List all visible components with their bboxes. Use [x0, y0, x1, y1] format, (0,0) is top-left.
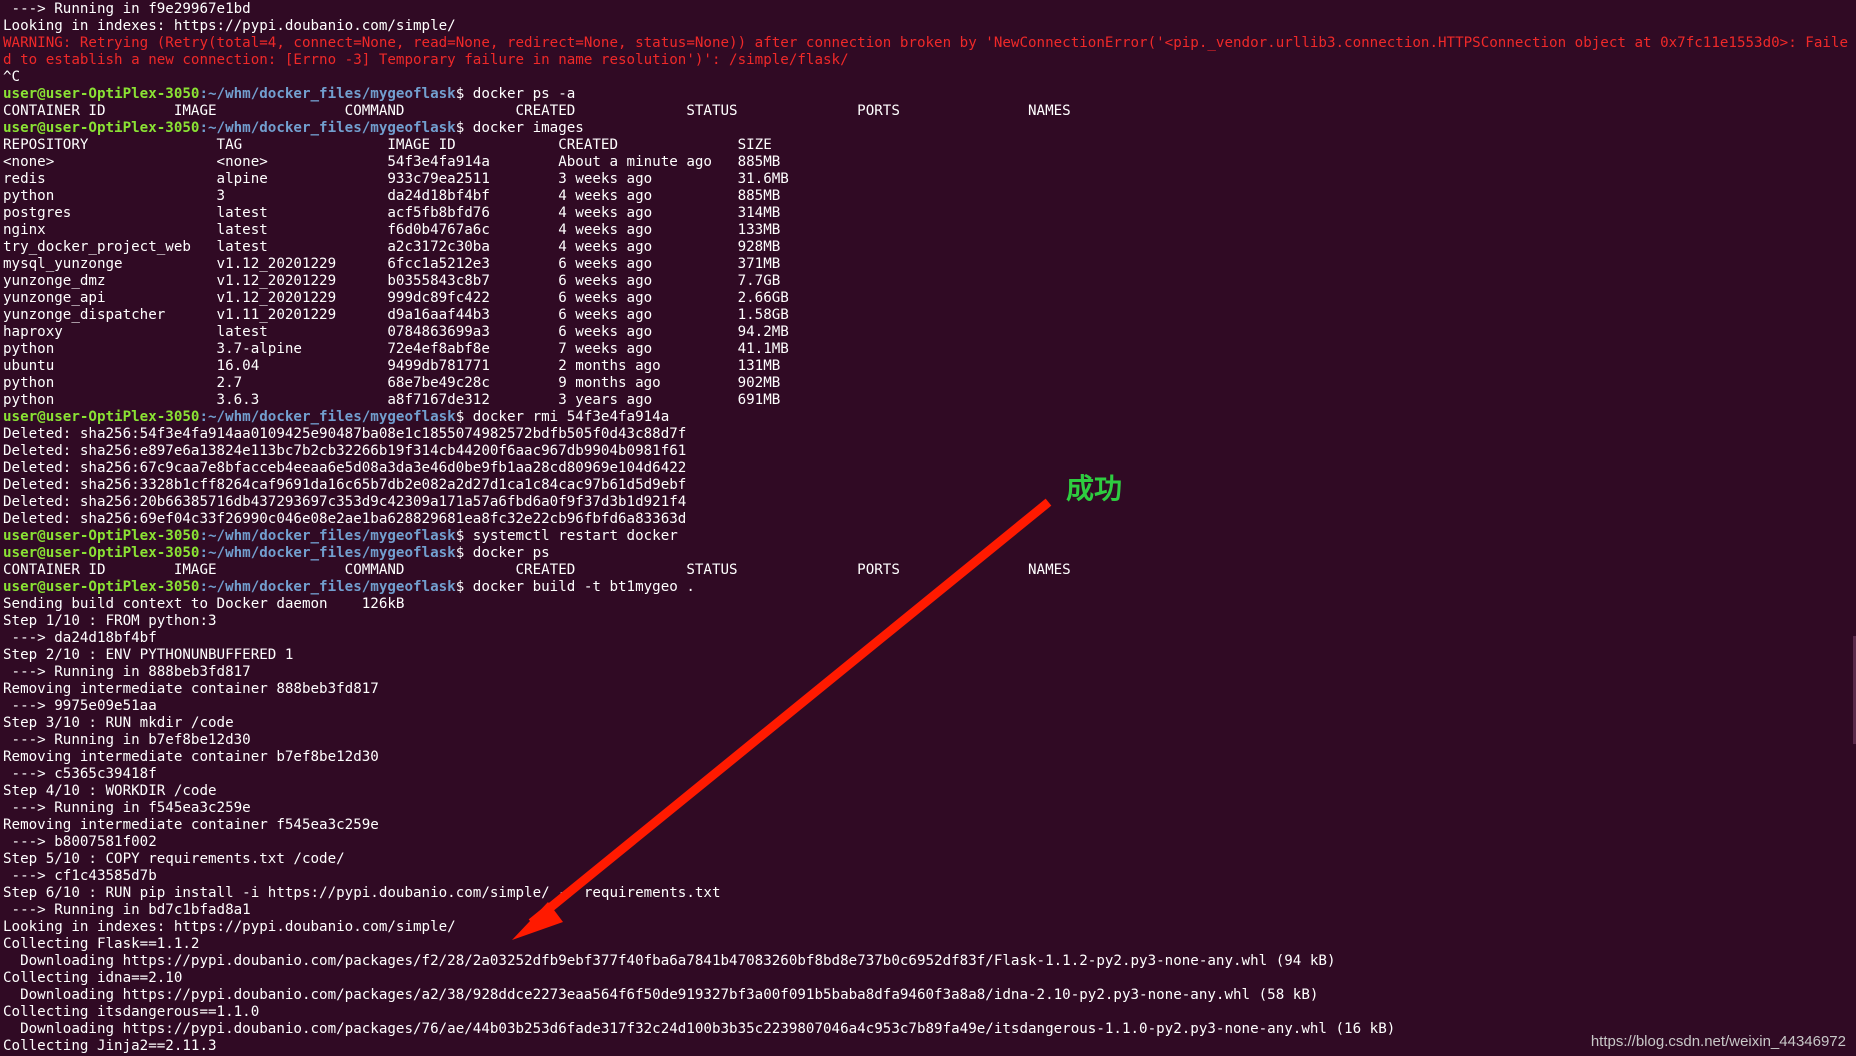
prompt-user-host: user@user-OptiPlex-3050	[3, 528, 200, 544]
output-line: Deleted: sha256:69ef04c33f26990c046e08e2…	[3, 511, 687, 527]
output-line: ---> cf1c43585d7b	[3, 868, 157, 884]
command-text: $ docker build -t bt1mygeo .	[455, 579, 695, 595]
output-line: ---> Running in b7ef8be12d30	[3, 732, 251, 748]
output-line: ---> da24d18bf4bf	[3, 630, 157, 646]
output-line: Collecting Flask==1.1.2	[3, 936, 200, 952]
output-line: Deleted: sha256:20b66385716db437293697c3…	[3, 494, 687, 510]
output-line: haproxy latest 0784863699a3 6 weeks ago …	[3, 324, 789, 340]
output-line: Step 1/10 : FROM python:3	[3, 613, 217, 629]
output-line: Removing intermediate container 888beb3f…	[3, 681, 379, 697]
output-line: yunzonge_dispatcher v1.11_20201229 d9a16…	[3, 307, 789, 323]
output-line: Step 3/10 : RUN mkdir /code	[3, 715, 234, 731]
output-line: Looking in indexes: https://pypi.doubani…	[3, 919, 456, 935]
output-line: ---> Running in 888beb3fd817	[3, 664, 251, 680]
output-line: mysql_yunzonge v1.12_20201229 6fcc1a5212…	[3, 256, 781, 272]
output-line: ^C	[3, 69, 21, 85]
output-line: Deleted: sha256:e897e6a13824e113bc7b2cb3…	[3, 443, 687, 459]
output-line: python 2.7 68e7be49c28c 9 months ago 902…	[3, 375, 781, 391]
output-line: Deleted: sha256:54f3e4fa914aa0109425e904…	[3, 426, 687, 442]
output-line: Deleted: sha256:3328b1cff8264caf9691da16…	[3, 477, 687, 493]
output-line: ubuntu 16.04 9499db781771 2 months ago 1…	[3, 358, 781, 374]
prompt-line: user@user-OptiPlex-3050:~/whm/docker_fil…	[3, 120, 1853, 137]
prompt-line: user@user-OptiPlex-3050:~/whm/docker_fil…	[3, 86, 1853, 103]
prompt-path: :~/whm/docker_files/mygeoflask	[199, 579, 456, 595]
output-line: Removing intermediate container b7ef8be1…	[3, 749, 379, 765]
output-line: Downloading https://pypi.doubanio.com/pa…	[3, 1021, 1396, 1037]
output-line: ---> Running in f9e29967e1bd	[3, 1, 251, 17]
output-line: Step 5/10 : COPY requirements.txt /code/	[3, 851, 345, 867]
output-line: Step 6/10 : RUN pip install -i https://p…	[3, 885, 721, 901]
prompt-line: user@user-OptiPlex-3050:~/whm/docker_fil…	[3, 409, 1853, 426]
output-line: python 3.6.3 a8f7167de312 3 years ago 69…	[3, 392, 781, 408]
output-line: python 3.7-alpine 72e4ef8abf8e 7 weeks a…	[3, 341, 789, 357]
output-line: Step 4/10 : WORKDIR /code	[3, 783, 217, 799]
prompt-user-host: user@user-OptiPlex-3050	[3, 409, 200, 425]
output-line: Downloading https://pypi.doubanio.com/pa…	[3, 953, 1336, 969]
output-line: REPOSITORY TAG IMAGE ID CREATED SIZE	[3, 137, 772, 153]
annotation-label: 成功	[1066, 472, 1123, 505]
prompt-line: user@user-OptiPlex-3050:~/whm/docker_fil…	[3, 528, 1853, 545]
output-line: nginx latest f6d0b4767a6c 4 weeks ago 13…	[3, 222, 781, 238]
prompt-user-host: user@user-OptiPlex-3050	[3, 120, 200, 136]
output-line: ---> 9975e09e51aa	[3, 698, 157, 714]
output-line: Removing intermediate container f545ea3c…	[3, 817, 379, 833]
prompt-path: :~/whm/docker_files/mygeoflask	[199, 120, 456, 136]
command-text: $ docker images	[455, 120, 584, 136]
output-line: python 3 da24d18bf4bf 4 weeks ago 885MB	[3, 188, 781, 204]
output-line: ---> Running in f545ea3c259e	[3, 800, 251, 816]
output-line: Collecting idna==2.10	[3, 970, 183, 986]
output-line: ---> b8007581f002	[3, 834, 157, 850]
output-line: yunzonge_dmz v1.12_20201229 b0355843c8b7…	[3, 273, 781, 289]
prompt-user-host: user@user-OptiPlex-3050	[3, 86, 200, 102]
command-text: $ docker ps -a	[455, 86, 576, 102]
output-line: Step 2/10 : ENV PYTHONUNBUFFERED 1	[3, 647, 294, 663]
command-text: $ docker ps	[455, 545, 550, 561]
output-line: Collecting itsdangerous==1.1.0	[3, 1004, 260, 1020]
output-line: Sending build context to Docker daemon 1…	[3, 596, 405, 612]
output-line: ---> c5365c39418f	[3, 766, 157, 782]
output-line: postgres latest acf5fb8bfd76 4 weeks ago…	[3, 205, 781, 221]
output-line: CONTAINER ID IMAGE COMMAND CREATED STATU…	[3, 103, 1071, 119]
output-line: CONTAINER ID IMAGE COMMAND CREATED STATU…	[3, 562, 1071, 578]
prompt-line: user@user-OptiPlex-3050:~/whm/docker_fil…	[3, 579, 1853, 596]
prompt-path: :~/whm/docker_files/mygeoflask	[199, 528, 456, 544]
output-line: Collecting Jinja2==2.11.3	[3, 1038, 217, 1054]
output-line: <none> <none> 54f3e4fa914a About a minut…	[3, 154, 781, 170]
output-line: ---> Running in bd7c1bfad8a1	[3, 902, 251, 918]
output-line: Downloading https://pypi.doubanio.com/pa…	[3, 987, 1319, 1003]
prompt-path: :~/whm/docker_files/mygeoflask	[199, 86, 456, 102]
prompt-path: :~/whm/docker_files/mygeoflask	[199, 409, 456, 425]
watermark: https://blog.csdn.net/weixin_44346972	[1590, 1033, 1846, 1050]
prompt-user-host: user@user-OptiPlex-3050	[3, 579, 200, 595]
command-text: $ docker rmi 54f3e4fa914a	[455, 409, 670, 425]
output-line: try_docker_project_web latest a2c3172c30…	[3, 239, 781, 255]
prompt-path: :~/whm/docker_files/mygeoflask	[199, 545, 456, 561]
command-text: $ systemctl restart docker	[455, 528, 678, 544]
output-line: redis alpine 933c79ea2511 3 weeks ago 31…	[3, 171, 789, 187]
output-line: yunzonge_api v1.12_20201229 999dc89fc422…	[3, 290, 789, 306]
output-line: Deleted: sha256:67c9caa7e8bfacceb4eeaa6e…	[3, 460, 687, 476]
prompt-user-host: user@user-OptiPlex-3050	[3, 545, 200, 561]
terminal-output[interactable]: ---> Running in f9e29967e1bd Looking in i…	[3, 1, 1853, 1055]
terminal-window[interactable]: ---> Running in f9e29967e1bd Looking in i…	[0, 0, 1856, 1056]
output-line: Looking in indexes: https://pypi.doubani…	[3, 18, 456, 34]
prompt-line: user@user-OptiPlex-3050:~/whm/docker_fil…	[3, 545, 1853, 562]
warning-line: WARNING: Retrying (Retry(total=4, connec…	[3, 35, 1848, 68]
